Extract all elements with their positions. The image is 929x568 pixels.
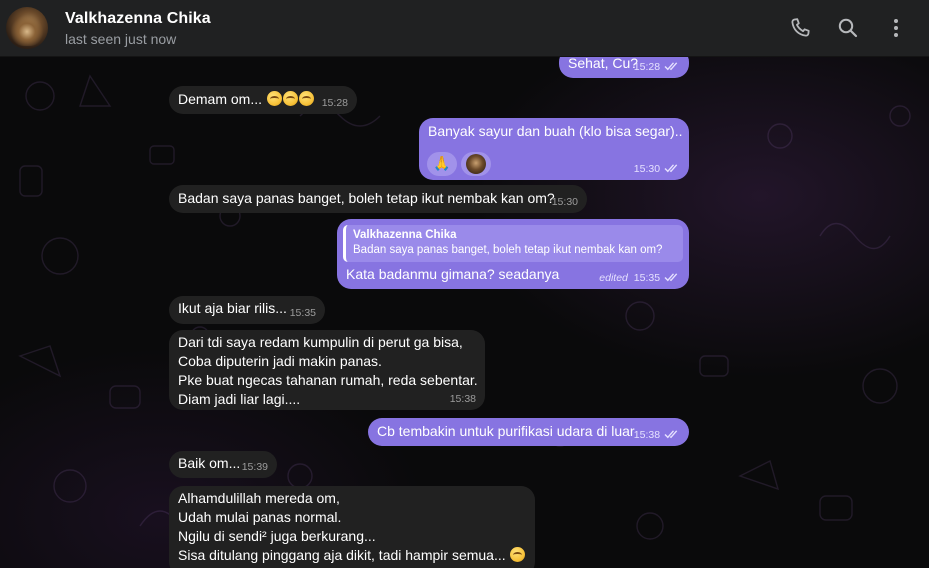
message-meta: 15:28	[322, 97, 348, 109]
phone-icon[interactable]	[788, 16, 812, 40]
message-time: 15:28	[321, 97, 348, 109]
message-meta: 15:28	[634, 61, 680, 73]
message-time: 15:28	[633, 61, 661, 73]
message-text: Dari tdi saya redam kumpulin di perut ga…	[178, 334, 478, 407]
reactor-avatar	[466, 154, 486, 174]
message-body: Demam om...	[178, 90, 314, 109]
search-icon[interactable]	[836, 16, 860, 40]
double-check-icon	[664, 62, 678, 71]
message-text: Cb tembakin untuk purifikasi udara di lu…	[377, 423, 635, 439]
sad-face-emoji-icon	[282, 91, 298, 106]
message-time: 15:38	[633, 429, 661, 441]
double-check-icon	[664, 273, 678, 282]
double-check-icon	[664, 164, 678, 173]
message-time: 15:39	[241, 461, 268, 473]
message-incoming[interactable]: Alhamdulillah mereda om, Udah mulai pana…	[169, 486, 535, 568]
last-seen-status: last seen just now	[65, 31, 177, 47]
message-outgoing[interactable]: Banyak sayur dan buah (klo bisa segar)..…	[419, 118, 689, 180]
pray-emoji-icon: 🙏	[433, 155, 451, 172]
message-text: Badan saya panas banget, boleh tetap iku…	[178, 190, 555, 206]
contact-name[interactable]: Valkhazenna Chika	[65, 10, 211, 28]
sad-face-emoji-icon	[509, 547, 525, 562]
reply-author: Valkhazenna Chika	[353, 229, 457, 241]
message-meta: 15:38	[634, 429, 680, 441]
reaction-avatar[interactable]	[461, 152, 491, 176]
edited-label: edited	[599, 272, 628, 284]
message-meta: 15:35	[290, 307, 316, 319]
message-time: 15:35	[289, 307, 316, 319]
message-outgoing-reply[interactable]: Valkhazenna Chika Badan saya panas bange…	[337, 219, 689, 289]
message-time: 15:38	[449, 393, 476, 405]
sad-face-emoji-icon	[266, 91, 282, 106]
message-meta: 15:30	[634, 163, 680, 175]
message-incoming[interactable]: Badan saya panas banget, boleh tetap iku…	[169, 185, 587, 213]
avatar[interactable]	[6, 7, 48, 49]
more-vertical-icon[interactable]	[884, 16, 908, 40]
message-text: Demam om...	[178, 91, 263, 107]
chat-header: Valkhazenna Chika last seen just now	[0, 0, 929, 57]
reaction-pray[interactable]: 🙏	[427, 152, 457, 176]
message-meta: 15:39	[242, 461, 268, 473]
message-body: Alhamdulillah mereda om, Udah mulai pana…	[178, 489, 525, 565]
double-check-icon	[664, 430, 678, 439]
message-text: Kata badanmu gimana? seadanya	[346, 266, 560, 282]
message-meta: 15:30	[552, 196, 578, 208]
message-outgoing[interactable]: Cb tembakin untuk purifikasi udara di lu…	[368, 418, 689, 446]
message-text: Banyak sayur dan buah (klo bisa segar)..	[428, 123, 683, 139]
message-time: 15:30	[633, 163, 661, 175]
reply-text: Badan saya panas banget, boleh tetap iku…	[353, 244, 663, 256]
message-text: Ikut aja biar rilis...	[178, 300, 287, 316]
message-reactions: 🙏	[427, 152, 491, 176]
message-time: 15:30	[551, 196, 578, 208]
chat-window: Valkhazenna Chika last seen just now Seh…	[0, 0, 929, 568]
sad-face-emoji-icon	[298, 91, 314, 106]
message-time: 15:35	[633, 272, 661, 284]
message-text: Alhamdulillah mereda om, Udah mulai pana…	[178, 490, 506, 563]
message-meta: 15:38	[450, 393, 476, 405]
reply-quote[interactable]: Valkhazenna Chika Badan saya panas bange…	[343, 225, 683, 262]
message-meta: edited 15:35	[599, 272, 680, 284]
message-incoming[interactable]: Ikut aja biar rilis... 15:35	[169, 296, 325, 324]
message-incoming[interactable]: Baik om... 15:39	[169, 451, 277, 478]
message-incoming[interactable]: Dari tdi saya redam kumpulin di perut ga…	[169, 330, 485, 410]
message-text: Baik om...	[178, 455, 241, 471]
message-incoming[interactable]: Demam om... 15:28	[169, 86, 357, 114]
